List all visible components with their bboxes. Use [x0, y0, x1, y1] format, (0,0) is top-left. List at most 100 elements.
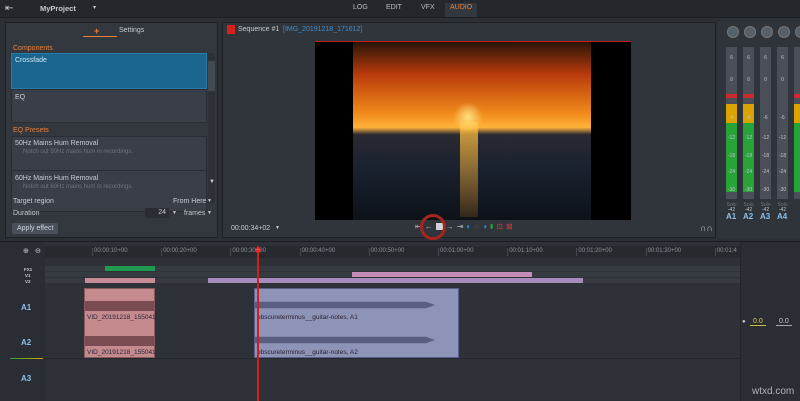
clear-marks-icon[interactable]: ○ — [474, 222, 479, 231]
preset-desc: Notch out 60Hz mains hum in recordings. — [23, 184, 134, 190]
mark-clip-icon[interactable]: ▮ — [490, 223, 493, 230]
meter-scale-label: -24 — [727, 169, 736, 175]
level-a1-input[interactable]: 0.0 — [750, 318, 766, 326]
scrollbar-thumb[interactable] — [208, 61, 215, 91]
zoom-out-icon[interactable]: ⊖ — [35, 247, 41, 255]
pan-knob[interactable] — [744, 26, 756, 38]
exit-icon[interactable]: ⇤ — [5, 3, 13, 14]
tab-log[interactable]: LOG — [353, 4, 368, 11]
ruler-tick — [161, 248, 163, 256]
track-label-v1[interactable]: V1 — [25, 273, 31, 278]
track-level-indicator — [10, 358, 43, 359]
track-label-a2[interactable]: A2 — [21, 338, 31, 347]
watermark: wtxd.com — [752, 386, 795, 397]
tab-edit[interactable]: EDIT — [386, 4, 402, 11]
scroll-down-icon[interactable]: ▼ — [209, 179, 215, 185]
mark-out-icon[interactable]: ◑ — [482, 222, 487, 231]
track-label-a1[interactable]: A1 — [21, 303, 31, 312]
project-dropdown-icon[interactable]: ▾ — [93, 4, 96, 11]
pan-knob[interactable] — [761, 26, 773, 38]
channel-meter — [743, 47, 754, 199]
meter-scale-label: -30 — [761, 187, 770, 193]
duration-unit-select[interactable]: frames — [184, 210, 205, 217]
timecode-dropdown-icon[interactable]: ▼ — [275, 225, 280, 231]
fx-clip[interactable] — [105, 266, 155, 271]
channel-label[interactable]: A4 — [777, 212, 787, 221]
sequence-name: Sequence #1 — [238, 26, 280, 33]
meter-scale-label: -12 — [778, 135, 787, 141]
chevron-down-icon: ▼ — [207, 210, 212, 216]
meter-scale-label: -6 — [729, 115, 734, 121]
playhead[interactable] — [257, 246, 259, 401]
track-label-a3[interactable]: A3 — [21, 374, 31, 383]
v2-clip-right[interactable] — [208, 278, 583, 283]
loop-icon[interactable]: ∩∩ — [700, 223, 713, 233]
channel-label[interactable]: A2 — [743, 212, 753, 221]
meter-scale-label: 6 — [781, 55, 784, 61]
ruler-tick — [92, 248, 93, 256]
pan-knob[interactable] — [795, 26, 800, 38]
v2-clip-left[interactable] — [85, 278, 155, 283]
channel-label[interactable]: A3 — [760, 212, 770, 221]
tab-add[interactable]: + — [94, 26, 99, 36]
component-eq[interactable]: EQ — [11, 89, 207, 123]
pan-knob[interactable] — [727, 26, 739, 38]
target-region-label: Target region — [13, 198, 54, 205]
ruler-tick — [645, 248, 647, 256]
tab-audio[interactable]: AUDIO — [445, 3, 478, 17]
zoom-in-icon[interactable]: ⊕ — [23, 247, 29, 255]
meter-scale-label: -6 — [780, 115, 785, 121]
insert-icon[interactable]: ⊡ — [496, 222, 503, 231]
tab-vfx[interactable]: VFX — [421, 4, 435, 11]
go-to-end-icon[interactable]: ⇥ — [457, 222, 464, 231]
solo-button[interactable]: Solo — [777, 202, 788, 208]
component-crossfade[interactable]: Crossfade — [11, 53, 207, 89]
clip-label: VID_20191218_155041, — [87, 314, 158, 321]
eq-presets-header: EQ Presets — [13, 127, 49, 134]
audio-clip-right[interactable]: obscureterminus__guitar-notes, A1 obscur… — [254, 288, 459, 358]
components-header: Components — [13, 45, 53, 52]
channel-meter — [794, 47, 800, 199]
viewer-timecode[interactable]: 00:00:34+02 — [231, 225, 270, 232]
audio-mixer: 6 0 -6 -12 -18 -24 -30 -42 Solo A1 6 0 -6 -12 -18 -24 -3… — [718, 22, 800, 238]
solo-button[interactable]: Solo — [726, 202, 737, 208]
meter-scale-label: 0 — [747, 77, 750, 83]
meter-scale-label: -18 — [778, 153, 787, 159]
replace-icon[interactable]: ⊠ — [506, 222, 513, 231]
solo-button[interactable]: Solo — [760, 202, 771, 208]
video-image — [353, 42, 591, 220]
apply-effect-button[interactable]: Apply effect — [12, 223, 59, 234]
ruler-label: 00:00:40+00 — [301, 248, 336, 254]
audio-clip-left[interactable]: VID_20191218_155041, VID_20191218_155041… — [84, 288, 158, 358]
channel-label[interactable]: A1 — [726, 212, 736, 221]
duration-input[interactable]: 24 — [145, 208, 169, 218]
meter-scale-label: -24 — [744, 169, 753, 175]
clip-label: obscureterminus__guitar-notes, A1 — [257, 314, 358, 321]
clip-name: [IMG_20191218_171612] — [283, 26, 363, 33]
step-forward-icon[interactable]: → — [446, 222, 454, 231]
meter-scale-label: 6 — [747, 55, 750, 61]
pan-knob[interactable] — [778, 26, 790, 38]
ruler-label: 00:00:50+00 — [370, 248, 405, 254]
component-label: EQ — [15, 94, 26, 101]
preset-desc: Notch out 50Hz mains hum in recordings. — [23, 149, 134, 155]
clip-label: VID_20191218_155041, — [87, 349, 158, 356]
ruler-tick — [299, 248, 301, 256]
duration-stepper-icon[interactable]: ▼ — [172, 210, 177, 216]
v1-clip[interactable] — [352, 272, 532, 277]
waveform — [85, 301, 154, 311]
preset-50hz[interactable]: 50Hz Mains Hum Removal Notch out 50Hz ma… — [12, 137, 206, 171]
project-name: MyProject — [40, 4, 76, 13]
track-label-fx1[interactable]: FX1 — [24, 267, 32, 272]
track-label-v2[interactable]: V2 — [25, 279, 31, 284]
solo-button[interactable]: Solo — [743, 202, 754, 208]
ruler-tick — [714, 248, 716, 256]
mark-in-icon[interactable]: ◐ — [466, 222, 471, 231]
tab-settings[interactable]: Settings — [119, 27, 144, 34]
meter-scale-label: -6 — [746, 115, 751, 121]
level-a2-input[interactable]: 0.0 — [776, 318, 792, 326]
meter-scale-label: -30 — [744, 187, 753, 193]
preset-60hz[interactable]: 60Hz Mains Hum Removal Notch out 60Hz ma… — [12, 171, 206, 211]
target-region-select[interactable]: From Here — [173, 198, 206, 205]
meter-scale-label: -30 — [727, 187, 736, 193]
